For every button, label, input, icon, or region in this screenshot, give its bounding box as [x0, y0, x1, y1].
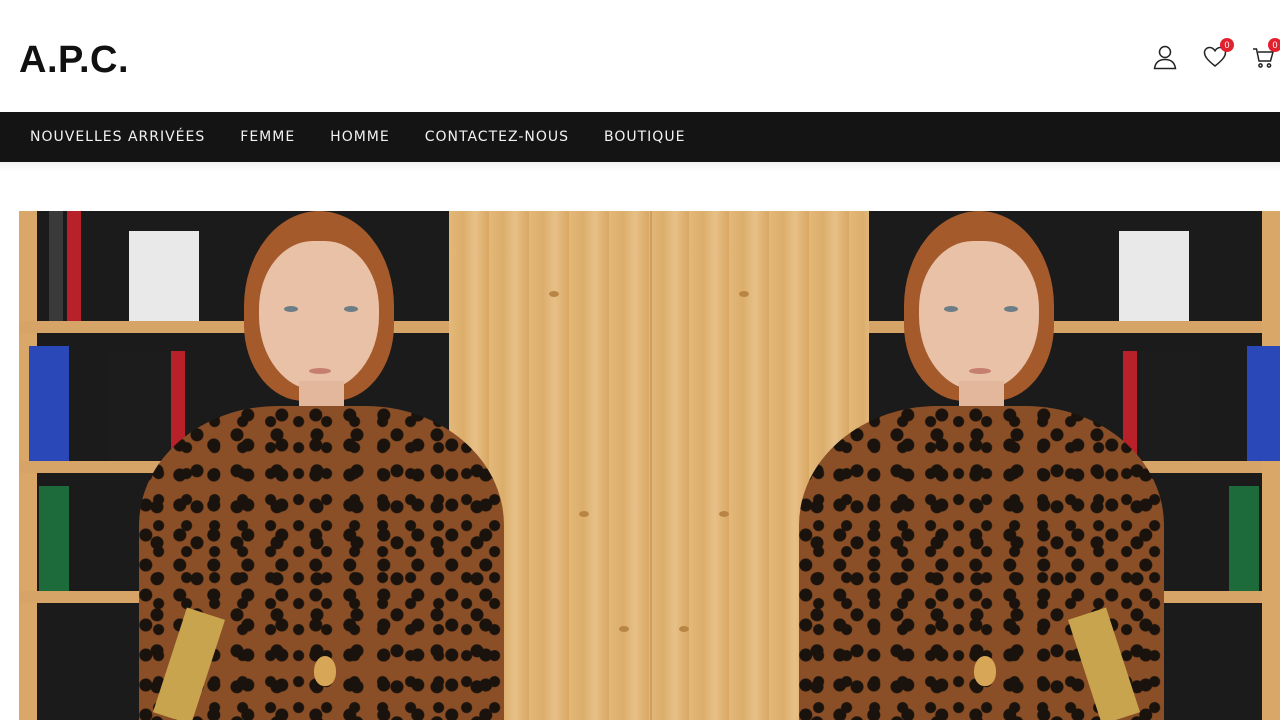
- nav-list: NOUVELLES ARRIVÉES FEMME HOMME CONTACTEZ…: [0, 112, 1280, 162]
- eye: [944, 306, 958, 312]
- binder: [67, 211, 81, 321]
- nav-item-men[interactable]: HOMME: [330, 129, 390, 145]
- wood-knot: [549, 291, 559, 297]
- wood-knot: [679, 626, 689, 632]
- eye: [1004, 306, 1018, 312]
- pendant-necklace: [314, 656, 336, 686]
- eye: [344, 306, 358, 312]
- binder: [1247, 346, 1280, 461]
- main-navigation: NOUVELLES ARRIVÉES FEMME HOMME CONTACTEZ…: [0, 112, 1280, 162]
- user-icon: [1153, 45, 1177, 70]
- wood-knot: [719, 511, 729, 517]
- model-figure-right: [779, 211, 1179, 720]
- shelf-post: [1262, 211, 1280, 720]
- wood-knot: [579, 511, 589, 517]
- hero-banner-image[interactable]: [19, 211, 1280, 720]
- model-figure-left: [119, 211, 519, 720]
- wood-knot: [739, 291, 749, 297]
- wood-knot: [619, 626, 629, 632]
- nav-shadow: [0, 162, 1280, 172]
- binder: [29, 346, 69, 461]
- site-header: A.P.C. 0 0: [0, 0, 1280, 112]
- wood-seam: [650, 211, 652, 720]
- header-icons: 0 0: [0, 38, 1280, 74]
- account-button[interactable]: [1152, 44, 1178, 72]
- lips: [969, 368, 991, 374]
- nav-item-contact[interactable]: CONTACTEZ-NOUS: [425, 129, 569, 145]
- nav-item-new-arrivals[interactable]: NOUVELLES ARRIVÉES: [30, 129, 205, 145]
- binder: [39, 486, 69, 591]
- cart-count-badge: 0: [1268, 38, 1280, 52]
- cart-button[interactable]: 0: [1252, 38, 1280, 72]
- nav-item-shop[interactable]: BOUTIQUE: [604, 129, 685, 145]
- binder: [49, 211, 63, 321]
- wishlist-count-badge: 0: [1220, 38, 1234, 52]
- lips: [309, 368, 331, 374]
- pendant-necklace: [974, 656, 996, 686]
- wishlist-button[interactable]: 0: [1202, 38, 1234, 72]
- binder: [1229, 486, 1259, 591]
- eye: [284, 306, 298, 312]
- nav-item-women[interactable]: FEMME: [240, 129, 295, 145]
